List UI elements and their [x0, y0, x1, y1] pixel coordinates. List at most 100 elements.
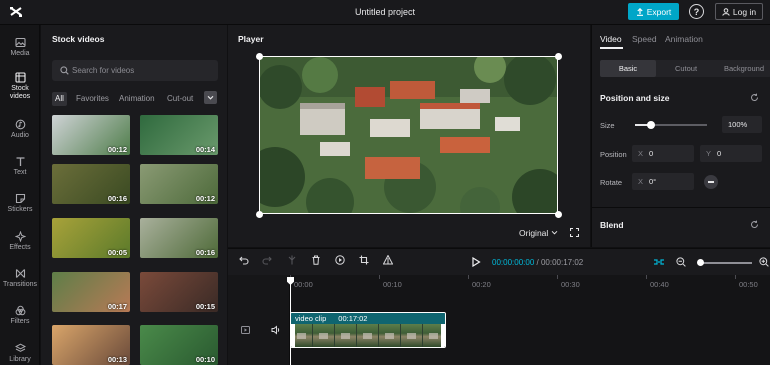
zoom-in-icon[interactable] — [759, 257, 769, 267]
rail-label-effects: Effects — [9, 244, 31, 251]
redo-icon[interactable] — [262, 255, 272, 265]
total-time: 00:00:17:02 — [540, 258, 584, 267]
mirror-icon[interactable] — [383, 255, 393, 265]
zoom-slider-knob[interactable] — [697, 259, 704, 266]
size-slider-knob[interactable] — [646, 121, 655, 129]
thumbnail-duration: 00:10 — [195, 355, 215, 364]
search-input[interactable] — [72, 60, 212, 81]
aspect-ratio-select[interactable]: Original — [519, 228, 558, 238]
ruler-label: 00:50 — [739, 280, 758, 289]
rail-item-stock-videos[interactable]: Stock videos — [0, 72, 40, 101]
tab-speed[interactable]: Speed — [632, 34, 657, 44]
rail-item-media[interactable]: Media — [0, 37, 40, 58]
stock-video-thumbnail[interactable]: 00:05 — [52, 218, 130, 258]
video-preview[interactable] — [259, 56, 558, 214]
rotate-reset-button[interactable] — [704, 175, 718, 189]
speaker-icon[interactable] — [271, 325, 281, 335]
size-slider-track[interactable] — [635, 124, 707, 126]
play-icon[interactable] — [471, 257, 481, 267]
filter-all[interactable]: All — [52, 92, 67, 106]
ruler-tick — [557, 275, 558, 279]
resize-handle-top-right[interactable] — [555, 53, 562, 60]
rail-item-audio[interactable]: Audio — [0, 119, 40, 140]
position-y-input[interactable]: Y0 — [700, 145, 762, 162]
zoom-out-icon[interactable] — [676, 257, 686, 267]
filter-favorites[interactable]: Favorites — [76, 92, 109, 106]
clip-thumbnails — [291, 324, 445, 347]
position-x-input[interactable]: X0 — [632, 145, 694, 162]
link-toggle-icon[interactable] — [653, 257, 665, 267]
tab-animation[interactable]: Animation — [665, 34, 703, 44]
top-bar: Untitled project Export ? Log in — [0, 0, 770, 25]
undo-icon[interactable] — [239, 255, 249, 265]
stock-video-thumbnail[interactable]: 00:15 — [140, 272, 218, 312]
position-y-tag: Y — [706, 149, 712, 158]
clip-frame — [357, 324, 379, 347]
stock-video-thumbnail[interactable]: 00:16 — [140, 218, 218, 258]
subtab-bar: Basic Cutout Background — [600, 60, 770, 77]
thumbnail-duration: 00:15 — [195, 302, 215, 311]
delete-icon[interactable] — [311, 255, 321, 265]
time-separator: / — [536, 258, 539, 267]
clip-frame — [313, 324, 335, 347]
rail-item-text[interactable]: Text — [0, 156, 40, 177]
login-button[interactable]: Log in — [715, 3, 763, 20]
size-input[interactable]: 100% — [722, 116, 762, 133]
rail-item-stickers[interactable]: Stickers — [0, 193, 40, 214]
rail-item-transitions[interactable]: Transitions — [0, 268, 40, 289]
split-icon[interactable] — [287, 255, 297, 265]
subtab-cutout[interactable]: Cutout — [658, 60, 714, 77]
clip-trim-right[interactable] — [441, 324, 445, 347]
rotate-tag: X — [638, 177, 644, 186]
stock-videos-icon — [14, 72, 26, 83]
player-title: Player — [238, 34, 264, 44]
text-icon — [16, 157, 24, 166]
clip-trim-left[interactable] — [291, 324, 295, 347]
reset-icon[interactable] — [750, 93, 759, 102]
stock-video-thumbnail[interactable]: 00:13 — [52, 325, 130, 365]
clip-frame — [379, 324, 401, 347]
filter-cutout[interactable]: Cut-out — [167, 92, 193, 106]
subtab-background[interactable]: Background — [716, 60, 770, 77]
stock-video-thumbnail[interactable]: 00:10 — [140, 325, 218, 365]
crop-icon[interactable] — [359, 255, 369, 265]
reset-icon[interactable] — [750, 220, 759, 229]
thumbnail-duration: 00:16 — [195, 248, 215, 257]
stock-video-thumbnail[interactable]: 00:12 — [140, 164, 218, 204]
resize-handle-bottom-right[interactable] — [555, 211, 562, 218]
aerial-village-frame — [260, 57, 557, 213]
filter-more-button[interactable] — [204, 91, 217, 104]
rail-label-filters: Filters — [10, 318, 30, 325]
filter-animation[interactable]: Animation — [119, 92, 155, 106]
zoom-slider-track[interactable] — [698, 262, 752, 264]
help-button[interactable]: ? — [689, 4, 704, 19]
rotate-input[interactable]: X 0° — [632, 173, 694, 190]
tab-video[interactable]: Video — [600, 34, 622, 44]
export-button[interactable]: Export — [628, 3, 679, 20]
rail-item-filters[interactable]: Filters — [0, 305, 40, 326]
stock-video-thumbnail[interactable]: 00:16 — [52, 164, 130, 204]
rail-label-transitions: Transitions — [3, 281, 37, 288]
playhead-line[interactable] — [290, 277, 291, 365]
stock-video-thumbnail[interactable]: 00:12 — [52, 115, 130, 155]
ruler-label: 00:10 — [383, 280, 402, 289]
resize-handle-top-left[interactable] — [256, 53, 263, 60]
stock-video-thumbnail[interactable]: 00:14 — [140, 115, 218, 155]
filter-tabs: All Favorites Animation Cut-out — [52, 92, 227, 106]
fullscreen-icon[interactable] — [570, 228, 579, 237]
left-rail: Media Stock videos Audio Text Stickers E… — [0, 25, 40, 365]
section-divider — [592, 207, 770, 208]
ruler-label: 00:00 — [294, 280, 313, 289]
rail-item-library[interactable]: Library — [0, 343, 40, 364]
subtab-basic[interactable]: Basic — [600, 60, 656, 77]
video-clip[interactable]: video clip 00:17:02 — [290, 312, 446, 348]
filters-icon — [15, 305, 25, 316]
help-icon: ? — [693, 6, 700, 17]
stock-videos-panel: Stock videos All Favorites Animation Cut… — [41, 25, 227, 365]
stock-video-thumbnail[interactable]: 00:17 — [52, 272, 130, 312]
search-box[interactable] — [52, 60, 218, 81]
clip-header: video clip 00:17:02 — [291, 313, 445, 324]
rail-item-effects[interactable]: Effects — [0, 231, 40, 252]
resize-handle-bottom-left[interactable] — [256, 211, 263, 218]
play-speed-icon[interactable] — [335, 255, 345, 265]
